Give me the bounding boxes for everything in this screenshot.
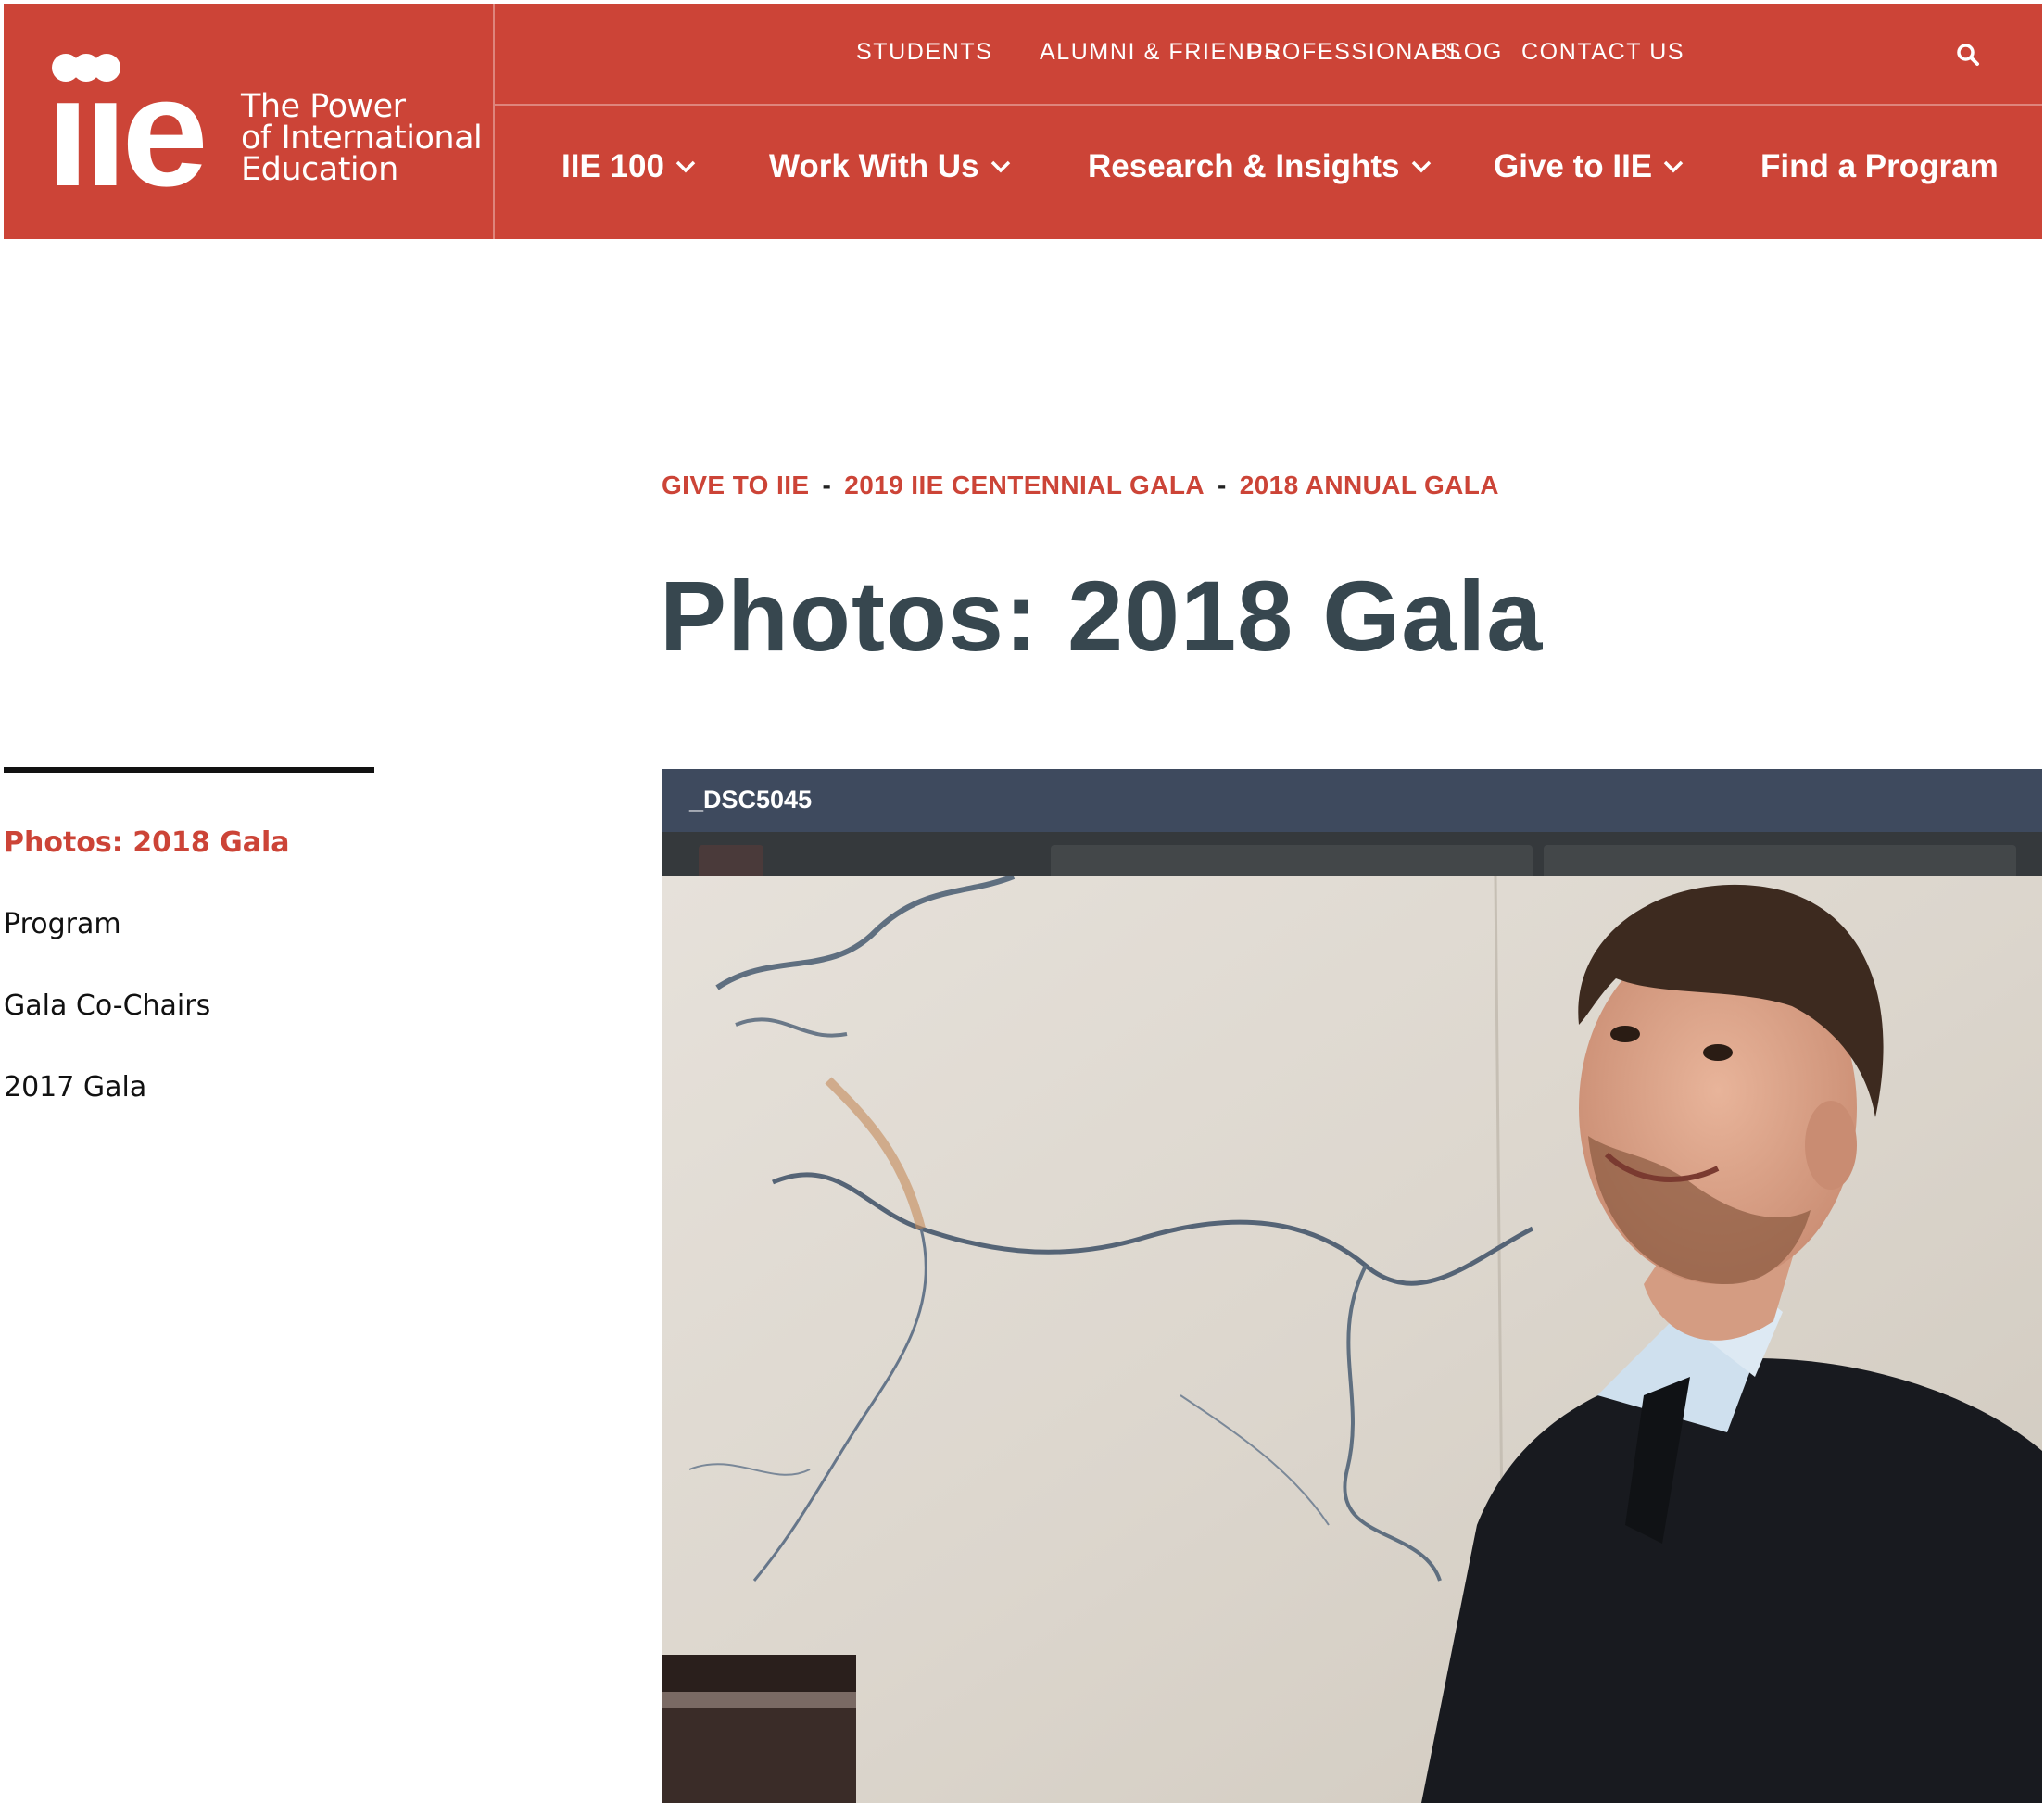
search-icon[interactable] (1956, 43, 1980, 67)
thumbnail-strip (662, 832, 2042, 882)
sidebar-item-gala-co-chairs[interactable]: Gala Co-Chairs (4, 990, 210, 1022)
nav-students[interactable]: STUDENTS (856, 39, 993, 66)
photo-caption-bar: _DSC5045 (662, 769, 2042, 832)
nav-blog[interactable]: BLOG (1432, 39, 1503, 66)
photo-viewer: _DSC5045 (662, 769, 2042, 1803)
nav-research-insights[interactable]: Research & Insights (1088, 148, 1432, 185)
sidebar-divider (4, 767, 374, 773)
breadcrumb-give-to-iie[interactable]: GIVE TO IIE (662, 471, 809, 500)
sidebar-item-program[interactable]: Program (4, 908, 121, 940)
site-header: iie The Power of International Education… (4, 4, 2042, 239)
breadcrumb-annual-gala[interactable]: 2018 ANNUAL GALA (1240, 471, 1499, 500)
nav-professionals[interactable]: PROFESSIONALS (1247, 39, 1462, 66)
logo-tagline: The Power of International Education (241, 88, 483, 188)
nav-iie-100-label: IIE 100 (561, 148, 664, 184)
sidebar-item-2017-gala[interactable]: 2017 Gala (4, 1071, 146, 1103)
nav-research-insights-label: Research & Insights (1088, 148, 1400, 184)
home-logo-link[interactable]: iie The Power of International Education (4, 4, 495, 239)
chevron-down-icon (990, 160, 1010, 173)
nav-work-with-us[interactable]: Work With Us (769, 148, 1011, 185)
chevron-down-icon (675, 160, 696, 173)
sidebar-item-photos-2018-gala[interactable]: Photos: 2018 Gala (4, 826, 290, 859)
gala-photo[interactable] (662, 876, 2042, 1803)
nav-find-a-program[interactable]: Find a Program (1760, 148, 1999, 185)
utility-nav: STUDENTS ALUMNI & FRIENDS PROFESSIONALS … (495, 4, 2042, 106)
photo-caption: _DSC5045 (689, 786, 813, 813)
breadcrumb: GIVE TO IIE - 2019 IIE CENTENNIAL GALA -… (662, 471, 1499, 500)
chevron-down-icon (1663, 160, 1684, 173)
breadcrumb-separator: - (1217, 471, 1227, 499)
breadcrumb-separator: - (822, 471, 832, 499)
nav-work-with-us-label: Work With Us (769, 148, 979, 184)
nav-iie-100[interactable]: IIE 100 (561, 148, 696, 185)
main-nav: IIE 100 Work With Us Research & Insights… (495, 106, 2042, 239)
nav-alumni-friends[interactable]: ALUMNI & FRIENDS (1040, 39, 1281, 66)
nav-find-a-program-label: Find a Program (1760, 148, 1999, 184)
chevron-down-icon (1411, 160, 1431, 173)
nav-give-to-iie[interactable]: Give to IIE (1494, 148, 1684, 185)
page-title: Photos: 2018 Gala (660, 560, 1544, 672)
nav-give-to-iie-label: Give to IIE (1494, 148, 1653, 184)
breadcrumb-centennial-gala[interactable]: 2019 IIE CENTENNIAL GALA (844, 471, 1205, 500)
nav-contact-us[interactable]: CONTACT US (1521, 39, 1684, 66)
